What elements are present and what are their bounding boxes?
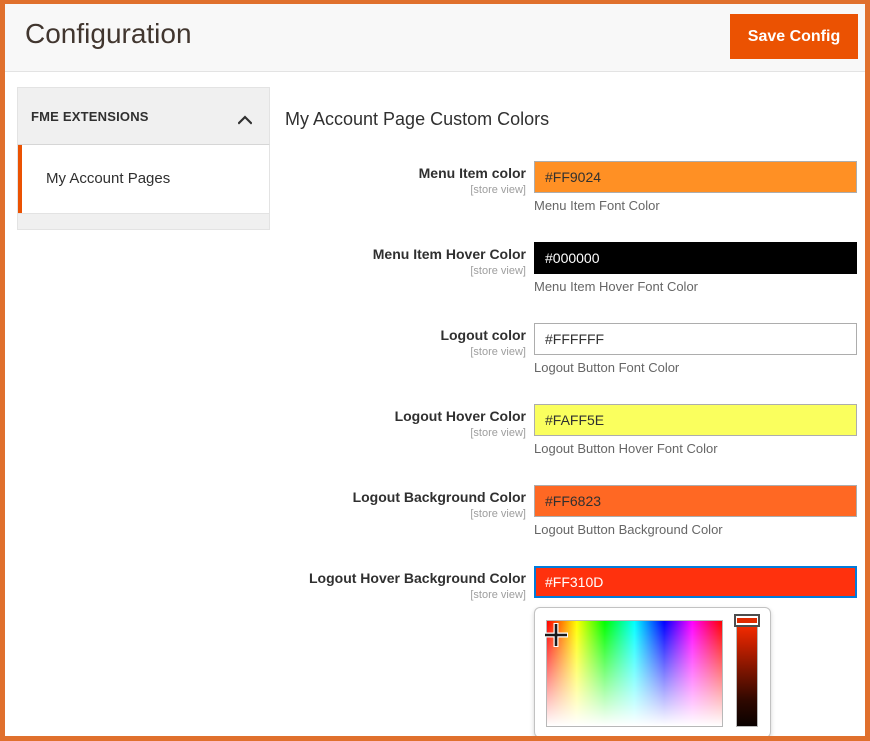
brightness-slider[interactable]: [736, 620, 758, 727]
field-scope: [store view]: [285, 345, 526, 359]
field-label-group: Logout Hover Background Color [store vie…: [285, 570, 526, 602]
field-scope: [store view]: [285, 588, 526, 602]
logout-hover-color-input[interactable]: [534, 404, 857, 436]
field-row-logout-color: Logout color [store view] Logout Button …: [285, 327, 857, 407]
sidebar-footer: [17, 213, 270, 230]
field-label: Logout color: [285, 327, 526, 344]
logout-color-input[interactable]: [534, 323, 857, 355]
field-scope: [store view]: [285, 426, 526, 440]
logout-background-color-input[interactable]: [534, 485, 857, 517]
field-scope: [store view]: [285, 507, 526, 521]
field-label-group: Logout Hover Color [store view]: [285, 408, 526, 440]
field-label-group: Menu Item color [store view]: [285, 165, 526, 197]
save-config-button[interactable]: Save Config: [730, 14, 858, 59]
field-row-menu-item-hover-color: Menu Item Hover Color [store view] Menu …: [285, 246, 857, 326]
field-row-logout-hover-background-color: Logout Hover Background Color [store vie…: [285, 570, 857, 650]
main-content: My Account Page Custom Colors Menu Item …: [285, 87, 857, 130]
field-hint: Menu Item Font Color: [534, 198, 660, 213]
menu-item-color-input[interactable]: [534, 161, 857, 193]
field-row-logout-background-color: Logout Background Color [store view] Log…: [285, 489, 857, 569]
field-label-group: Menu Item Hover Color [store view]: [285, 246, 526, 278]
field-row-logout-hover-color: Logout Hover Color [store view] Logout B…: [285, 408, 857, 488]
page-header: Configuration Save Config: [5, 4, 865, 72]
brightness-slider-handle[interactable]: [734, 614, 760, 627]
field-label: Menu Item Hover Color: [285, 246, 526, 263]
field-label-group: Logout Background Color [store view]: [285, 489, 526, 521]
sidebar-section-fme-extensions[interactable]: FME EXTENSIONS: [17, 87, 270, 145]
field-row-menu-item-color: Menu Item color [store view] Menu Item F…: [285, 165, 857, 245]
configuration-page: Configuration Save Config FME EXTENSIONS…: [0, 0, 870, 741]
sidebar-item-list: My Account Pages: [17, 145, 270, 213]
logout-hover-background-color-input[interactable]: [534, 566, 857, 598]
menu-item-hover-color-input[interactable]: [534, 242, 857, 274]
sidebar-item-label: My Account Pages: [46, 170, 170, 187]
chevron-up-icon[interactable]: [238, 112, 252, 122]
sidebar-section-title: FME EXTENSIONS: [31, 109, 149, 124]
page-title: Configuration: [25, 18, 192, 50]
field-label: Menu Item color: [285, 165, 526, 182]
sidebar-item-my-account-pages[interactable]: My Account Pages: [18, 145, 269, 213]
section-heading: My Account Page Custom Colors: [285, 109, 857, 130]
field-hint: Logout Button Hover Font Color: [534, 441, 718, 456]
field-hint: Menu Item Hover Font Color: [534, 279, 698, 294]
field-label: Logout Hover Color: [285, 408, 526, 425]
field-scope: [store view]: [285, 264, 526, 278]
color-picker-popup[interactable]: [534, 607, 771, 738]
sidebar: FME EXTENSIONS My Account Pages: [17, 87, 270, 230]
field-label-group: Logout color [store view]: [285, 327, 526, 359]
saturation-lightness-area[interactable]: [546, 620, 723, 727]
field-hint: Logout Button Font Color: [534, 360, 679, 375]
field-scope: [store view]: [285, 183, 526, 197]
field-label: Logout Background Color: [285, 489, 526, 506]
field-hint: Logout Button Background Color: [534, 522, 723, 537]
field-label: Logout Hover Background Color: [285, 570, 526, 587]
